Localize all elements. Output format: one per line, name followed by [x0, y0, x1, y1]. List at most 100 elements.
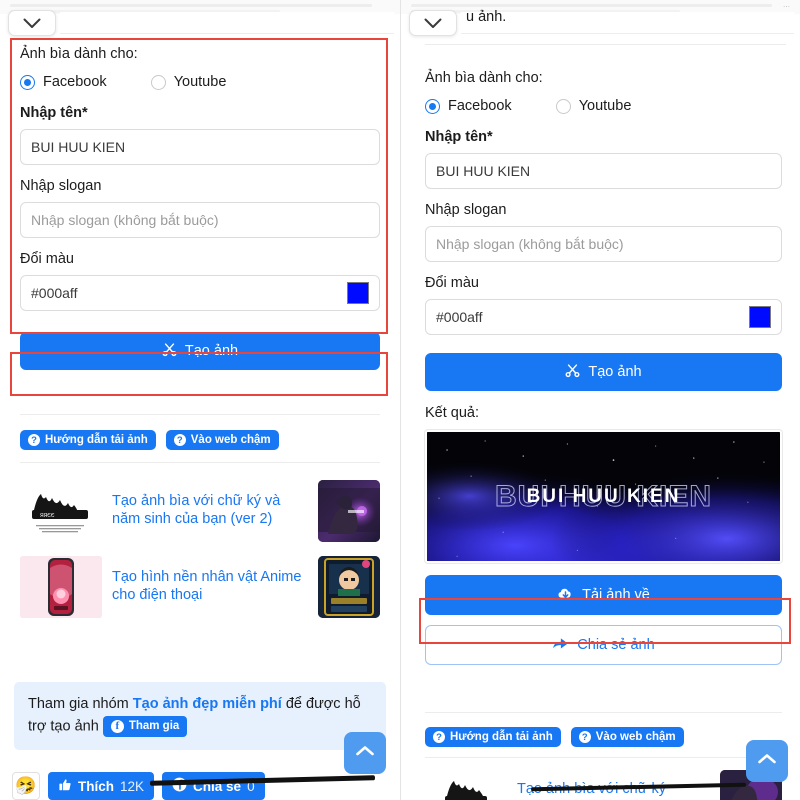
- strip-line-1: [411, 4, 772, 7]
- like-label: Thích: [78, 778, 114, 794]
- result-label: Kết quả:: [425, 405, 480, 421]
- radio-facebook-label: Facebook: [43, 74, 107, 90]
- right-collapse-toggle[interactable]: [409, 10, 457, 36]
- radio-youtube-label: Youtube: [578, 98, 632, 114]
- reaction-emoji[interactable]: 🤧: [12, 772, 40, 800]
- scissors-icon: [565, 363, 580, 382]
- cover-for-label: Ảnh bìa dành cho:: [20, 46, 138, 62]
- color-input[interactable]: #000aff: [425, 299, 782, 335]
- color-label: Đổi màu: [20, 251, 74, 267]
- ellipsis-icon: ⋯: [783, 4, 791, 11]
- color-swatch[interactable]: [749, 306, 771, 328]
- radio-youtube[interactable]: [150, 74, 166, 90]
- strip-line-1: [10, 4, 372, 7]
- slow-web-badge-label: Vào web chậm: [190, 434, 271, 446]
- share-image-button[interactable]: Chia sẻ ảnh: [425, 625, 782, 665]
- slogan-label: Nhập slogan: [20, 178, 102, 194]
- promo-item[interactable]: ЯЯЄЄ Tạo ảnh bìa với chữ ký và năm sinh …: [20, 480, 380, 542]
- slogan-input-placeholder: Nhập slogan (không bắt buộc): [436, 236, 624, 252]
- left-tab-strip: [60, 12, 394, 34]
- divider-below-badges: [20, 462, 380, 463]
- name-label: Nhập tên*: [425, 129, 493, 145]
- share-arrow-icon: [552, 636, 569, 654]
- promo-thumbnail-right: [318, 480, 380, 542]
- name-input-value: BUI HUU KIEN: [436, 163, 531, 179]
- promo-title: Tạo ảnh bìa với chữ ký và năm sinh của b…: [112, 493, 281, 527]
- create-image-button[interactable]: Tạo ảnh: [20, 332, 380, 370]
- promo-thumbnail-left: ЯЯЄЄ: [20, 480, 102, 542]
- left-form: Ảnh bìa dành cho: Facebook Youtube Nhập …: [20, 46, 380, 370]
- chevron-down-icon: [424, 18, 442, 29]
- slow-web-badge[interactable]: ? Vào web chậm: [165, 430, 279, 450]
- platform-radio-group: Facebook Youtube: [20, 74, 380, 90]
- guide-badge[interactable]: ? Hướng dẫn tải ảnh: [425, 727, 561, 747]
- cloud-download-icon: [557, 586, 574, 604]
- social-action-bar: 🤧 Thích 12K Chia sẻ 0: [12, 772, 265, 800]
- slogan-input[interactable]: Nhập slogan (không bắt buộc): [425, 226, 782, 262]
- slow-web-badge[interactable]: ? Vào web chậm: [570, 727, 684, 747]
- color-input-value: #000aff: [31, 285, 78, 301]
- scroll-to-top-button[interactable]: [746, 740, 788, 782]
- promo-thumbnail-left: [20, 556, 102, 618]
- join-group-button-label: Tham gia: [128, 719, 180, 732]
- color-input-value: #000aff: [436, 309, 483, 325]
- slogan-input-placeholder: Nhập slogan (không bắt buộc): [31, 212, 219, 228]
- question-circle-icon: ?: [433, 731, 445, 743]
- guide-badge-label: Hướng dẫn tải ảnh: [45, 434, 148, 446]
- svg-text:ЯЯЄЄ: ЯЯЄЄ: [40, 513, 55, 519]
- platform-radio-group: Facebook Youtube: [425, 98, 782, 114]
- chevron-down-icon: [23, 18, 41, 29]
- promo-thumbnail-right: [318, 556, 380, 618]
- chevron-up-icon: [355, 744, 375, 762]
- slogan-input[interactable]: Nhập slogan (không bắt buộc): [20, 202, 380, 238]
- facebook-icon: f: [110, 719, 124, 733]
- left-panel: Ảnh bìa dành cho: Facebook Youtube Nhập …: [0, 0, 400, 800]
- name-input[interactable]: BUI HUU KIEN: [20, 129, 380, 165]
- join-group-name: Tạo ảnh đẹp miễn phí: [132, 696, 282, 712]
- result-image-text: BUI HUU KIEN: [526, 485, 681, 507]
- guide-badge[interactable]: ? Hướng dẫn tải ảnh: [20, 430, 156, 450]
- right-tab-strip: [461, 12, 794, 34]
- create-image-button[interactable]: Tạo ảnh: [425, 353, 782, 391]
- radio-youtube-label: Youtube: [173, 74, 227, 90]
- scroll-to-top-button[interactable]: [344, 732, 386, 774]
- share-button[interactable]: Chia sẻ 0: [162, 772, 265, 800]
- divider-below-badges: [425, 757, 782, 758]
- slogan-label: Nhập slogan: [425, 202, 507, 218]
- radio-facebook[interactable]: [425, 98, 440, 114]
- radio-facebook-label: Facebook: [448, 98, 512, 114]
- result-image: BUI HUU KIEN BUI HUU KIEN: [425, 430, 782, 563]
- thumbs-up-icon: [58, 778, 72, 795]
- name-input[interactable]: BUI HUU KIEN: [425, 153, 782, 189]
- name-input-value: BUI HUU KIEN: [31, 139, 126, 155]
- result-image-text-layer: BUI HUU KIEN BUI HUU KIEN: [427, 432, 780, 561]
- radio-youtube[interactable]: [555, 98, 571, 114]
- like-count: 12K: [120, 778, 145, 794]
- create-image-label: Tạo ảnh: [184, 343, 239, 359]
- right-panel: ⋯ u ảnh. Ảnh bìa dành cho: Facebook Yout…: [400, 0, 800, 800]
- like-button[interactable]: Thích 12K: [48, 772, 155, 800]
- promo-title: Tạo hình nền nhân vật Anime cho điện tho…: [112, 569, 302, 603]
- share-image-label: Chia sẻ ảnh: [577, 637, 655, 653]
- question-circle-icon: ?: [173, 434, 186, 446]
- promo-thumbnail-left: [425, 770, 507, 800]
- right-form: Ảnh bìa dành cho: Facebook Youtube Nhập …: [425, 70, 782, 665]
- join-group-box: Tham gia nhóm Tạo ảnh đẹp miễn phí để đư…: [14, 682, 386, 750]
- header-divider: [425, 44, 786, 45]
- right-help-badges: ? Hướng dẫn tải ảnh ? Vào web chậm: [425, 727, 684, 747]
- left-collapse-toggle[interactable]: [8, 10, 56, 36]
- divider-above-badges: [425, 712, 782, 713]
- join-prefix: Tham gia nhóm: [28, 696, 133, 712]
- chevron-up-icon: [757, 752, 777, 770]
- join-group-button[interactable]: f Tham gia: [102, 715, 188, 737]
- radio-facebook[interactable]: [20, 74, 35, 90]
- name-label: Nhập tên*: [20, 105, 88, 121]
- question-circle-icon: ?: [28, 434, 40, 446]
- color-input[interactable]: #000aff: [20, 275, 380, 311]
- color-swatch[interactable]: [347, 282, 369, 304]
- divider-above-badges: [20, 414, 380, 415]
- download-image-button[interactable]: Tải ảnh về: [425, 575, 782, 615]
- download-image-label: Tải ảnh về: [582, 587, 650, 603]
- question-circle-icon: ?: [578, 731, 591, 743]
- promo-item[interactable]: Tạo hình nền nhân vật Anime cho điện tho…: [20, 556, 380, 618]
